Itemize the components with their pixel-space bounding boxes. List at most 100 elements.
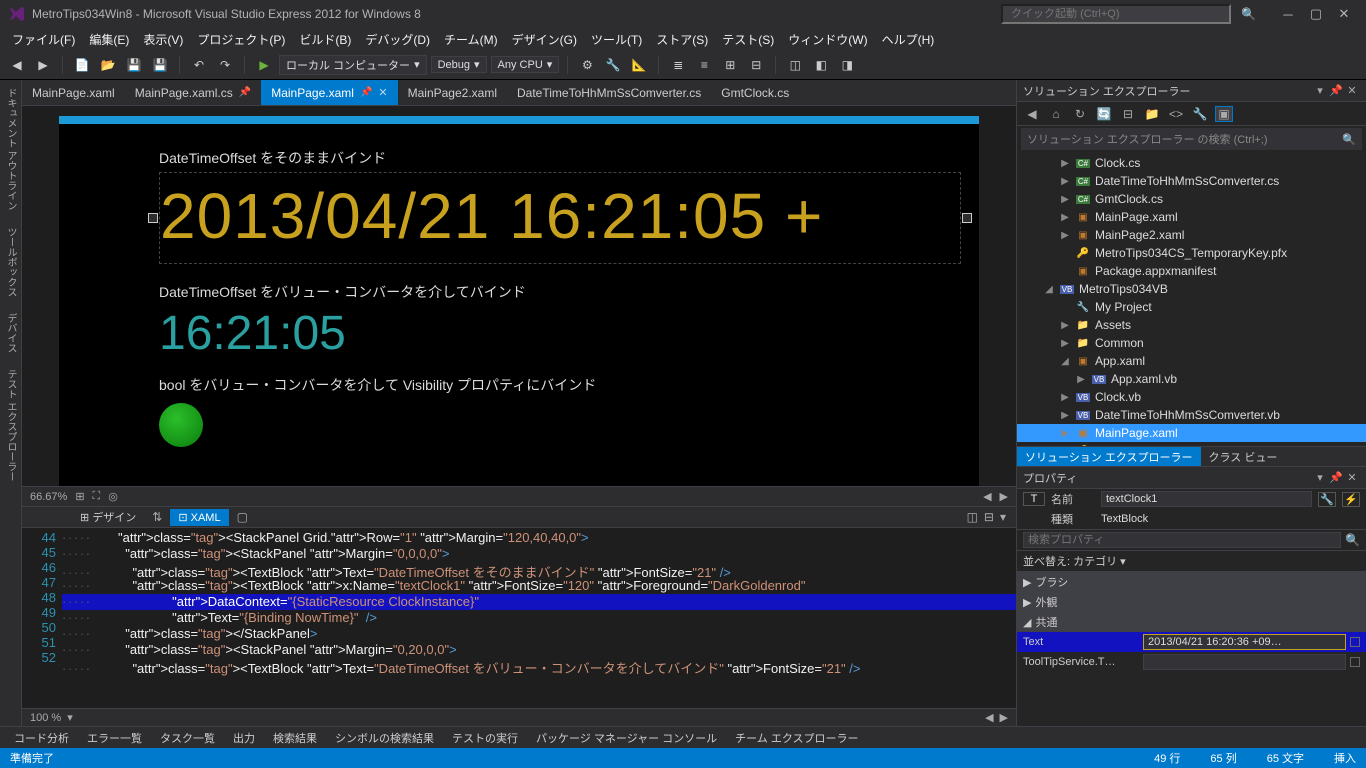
tree-node[interactable]: ▶VBClock.vb	[1017, 388, 1366, 406]
tree-node[interactable]: ▶C#Clock.cs	[1017, 154, 1366, 172]
search-icon[interactable]: 🔍	[1342, 133, 1356, 146]
pane-menu-icon[interactable]: ▾	[1312, 84, 1328, 97]
zoom-level[interactable]: 66.67%	[30, 491, 67, 503]
xaml-editor[interactable]: 444546474849505152 · · · · · "attr">clas…	[22, 528, 1016, 708]
undo-button[interactable]: ↶	[188, 54, 210, 76]
tool-button[interactable]: ≣	[667, 54, 689, 76]
pane-pin-icon[interactable]: 📌	[1328, 471, 1344, 484]
pane-close-icon[interactable]: ✕	[1344, 471, 1360, 484]
solution-explorer-search[interactable]: ソリューション エクスプローラー の検索 (Ctrl+;) 🔍	[1021, 128, 1362, 150]
expand-icon[interactable]: ▶	[1075, 374, 1087, 385]
expand-icon[interactable]: ▶	[1059, 428, 1071, 439]
tree-node[interactable]: ▶▣MainPage.xaml	[1017, 208, 1366, 226]
output-tab[interactable]: コード分析	[6, 728, 77, 748]
pin-icon[interactable]: 📌	[239, 87, 251, 98]
menu-item[interactable]: ストア(S)	[650, 29, 714, 50]
code-area[interactable]: · · · · · "attr">class="tag"><StackPanel…	[62, 528, 1016, 708]
expand-icon[interactable]: ◢	[1059, 356, 1071, 367]
tab-xaml[interactable]: ⊡ XAML	[170, 509, 228, 526]
expand-icon[interactable]: ▶	[1059, 230, 1071, 241]
ellipse-element[interactable]	[159, 403, 203, 447]
scroll-left-icon[interactable]: ◀	[985, 711, 993, 724]
maximize-button[interactable]: ▢	[1302, 6, 1330, 22]
se-code-icon[interactable]: <>	[1167, 107, 1185, 121]
expand-icon[interactable]: ◢	[1023, 616, 1031, 629]
side-tool-tab[interactable]: ツールボックス	[1, 223, 20, 301]
expand-icon[interactable]: ▶	[1059, 176, 1071, 187]
solution-tree[interactable]: ▶C#Clock.cs▶C#DateTimeToHhMmSsComverter.…	[1017, 152, 1366, 446]
zoom-grid-icon[interactable]: ⊞	[75, 490, 84, 503]
tool-button[interactable]: ◧	[810, 54, 832, 76]
search-icon[interactable]: 🔍	[1345, 533, 1360, 547]
tab-extra-icon[interactable]: ▢	[237, 510, 248, 524]
document-tab[interactable]: GmtClock.cs	[711, 80, 799, 105]
side-tool-tab[interactable]: ドキュメント アウトライン	[1, 84, 20, 215]
redo-button[interactable]: ↷	[214, 54, 236, 76]
save-all-button[interactable]: 💾	[149, 54, 171, 76]
save-button[interactable]: 💾	[123, 54, 145, 76]
side-tool-tab[interactable]: デバイス	[1, 309, 20, 357]
expand-icon[interactable]: ▶	[1059, 338, 1071, 349]
expand-icon[interactable]: ▶	[1059, 320, 1071, 331]
expand-icon[interactable]: ▶	[1059, 158, 1071, 169]
output-tab[interactable]: タスク一覧	[152, 728, 223, 748]
pin-icon[interactable]: 📌	[360, 87, 372, 98]
tab-solution-explorer[interactable]: ソリューション エクスプローラー	[1017, 447, 1201, 466]
pane-menu-icon[interactable]: ▾	[1312, 471, 1328, 484]
menu-item[interactable]: チーム(M)	[438, 29, 504, 50]
expand-icon[interactable]: ▶	[1059, 410, 1071, 421]
expand-icon[interactable]: ◢	[1043, 284, 1055, 295]
document-tab[interactable]: MainPage.xaml📌✕	[261, 80, 397, 105]
scroll-right-icon[interactable]: ▶	[1000, 711, 1008, 724]
tool-button[interactable]: ◨	[836, 54, 858, 76]
output-tab[interactable]: エラー一覧	[79, 728, 150, 748]
tree-node[interactable]: ▣Package.appxmanifest	[1017, 262, 1366, 280]
open-button[interactable]: 📂	[97, 54, 119, 76]
tree-node[interactable]: ▶📁Common	[1017, 334, 1366, 352]
pane-close-icon[interactable]: ✕	[1344, 84, 1360, 97]
split-horizontal-icon[interactable]: ⊟	[984, 510, 994, 524]
menu-item[interactable]: 編集(E)	[83, 29, 135, 50]
close-tab-icon[interactable]: ✕	[378, 86, 387, 99]
menu-item[interactable]: ウィンドウ(W)	[782, 29, 873, 50]
tab-design[interactable]: ⊞ デザイン	[72, 507, 144, 527]
menu-item[interactable]: ツール(T)	[585, 29, 648, 50]
tree-node[interactable]: ▶C#GmtClock.cs	[1017, 190, 1366, 208]
textclock1-element[interactable]: 2013/04/21 16:21:05 +	[159, 172, 961, 264]
output-tab[interactable]: テストの実行	[444, 728, 526, 748]
side-tool-tab[interactable]: テスト エクスプローラー	[1, 365, 20, 486]
tool-button[interactable]: 🔧	[602, 54, 624, 76]
zoom-snap-icon[interactable]: ◎	[108, 490, 118, 503]
se-back-icon[interactable]: ◀	[1023, 107, 1041, 121]
design-surface[interactable]: DateTimeOffset をそのままバインド 2013/04/21 16:2…	[59, 116, 979, 486]
expand-icon[interactable]: ▶	[1059, 194, 1071, 205]
tab-class-view[interactable]: クラス ビュー	[1201, 447, 1286, 466]
sort-by-row[interactable]: 並べ替え: カテゴリ ▾	[1017, 551, 1366, 572]
close-button[interactable]: ✕	[1330, 6, 1358, 22]
tree-node[interactable]: ◢VBMetroTips034VB	[1017, 280, 1366, 298]
menu-item[interactable]: デザイン(G)	[506, 29, 583, 50]
se-showall-icon[interactable]: 📁	[1143, 107, 1161, 121]
tree-node[interactable]: 🔑MetroTips034CS_TemporaryKey.pfx	[1017, 244, 1366, 262]
minimize-button[interactable]: ─	[1274, 7, 1302, 22]
menu-item[interactable]: 表示(V)	[137, 29, 189, 50]
nav-fwd-button[interactable]: ▶	[32, 54, 54, 76]
search-icon[interactable]: 🔍	[1241, 7, 1256, 21]
pane-pin-icon[interactable]: 📌	[1328, 84, 1344, 97]
output-tab[interactable]: シンボルの検索結果	[327, 728, 442, 748]
document-tab[interactable]: MainPage2.xaml	[398, 80, 507, 105]
property-marker-icon[interactable]	[1350, 637, 1360, 647]
document-tab[interactable]: MainPage.xaml.cs📌	[125, 80, 262, 105]
se-sync-icon[interactable]: ↻	[1071, 107, 1089, 121]
designer-canvas-area[interactable]: DateTimeOffset をそのままバインド 2013/04/21 16:2…	[22, 106, 1016, 486]
menu-item[interactable]: プロジェクト(P)	[191, 29, 291, 50]
tool-button[interactable]: ≡	[693, 54, 715, 76]
document-tab[interactable]: DateTimeToHhMmSsComverter.cs	[507, 80, 711, 105]
expand-icon[interactable]: ▶	[1023, 596, 1031, 609]
run-target-dropdown[interactable]: ローカル コンピューター ▾	[279, 55, 427, 75]
se-prop-icon[interactable]: 🔧	[1191, 107, 1209, 121]
property-category[interactable]: ▶外観	[1017, 592, 1366, 612]
menu-item[interactable]: テスト(S)	[716, 29, 780, 50]
property-category[interactable]: ▶ブラシ	[1017, 572, 1366, 592]
tree-node[interactable]: ▶VBDateTimeToHhMmSsComverter.vb	[1017, 406, 1366, 424]
